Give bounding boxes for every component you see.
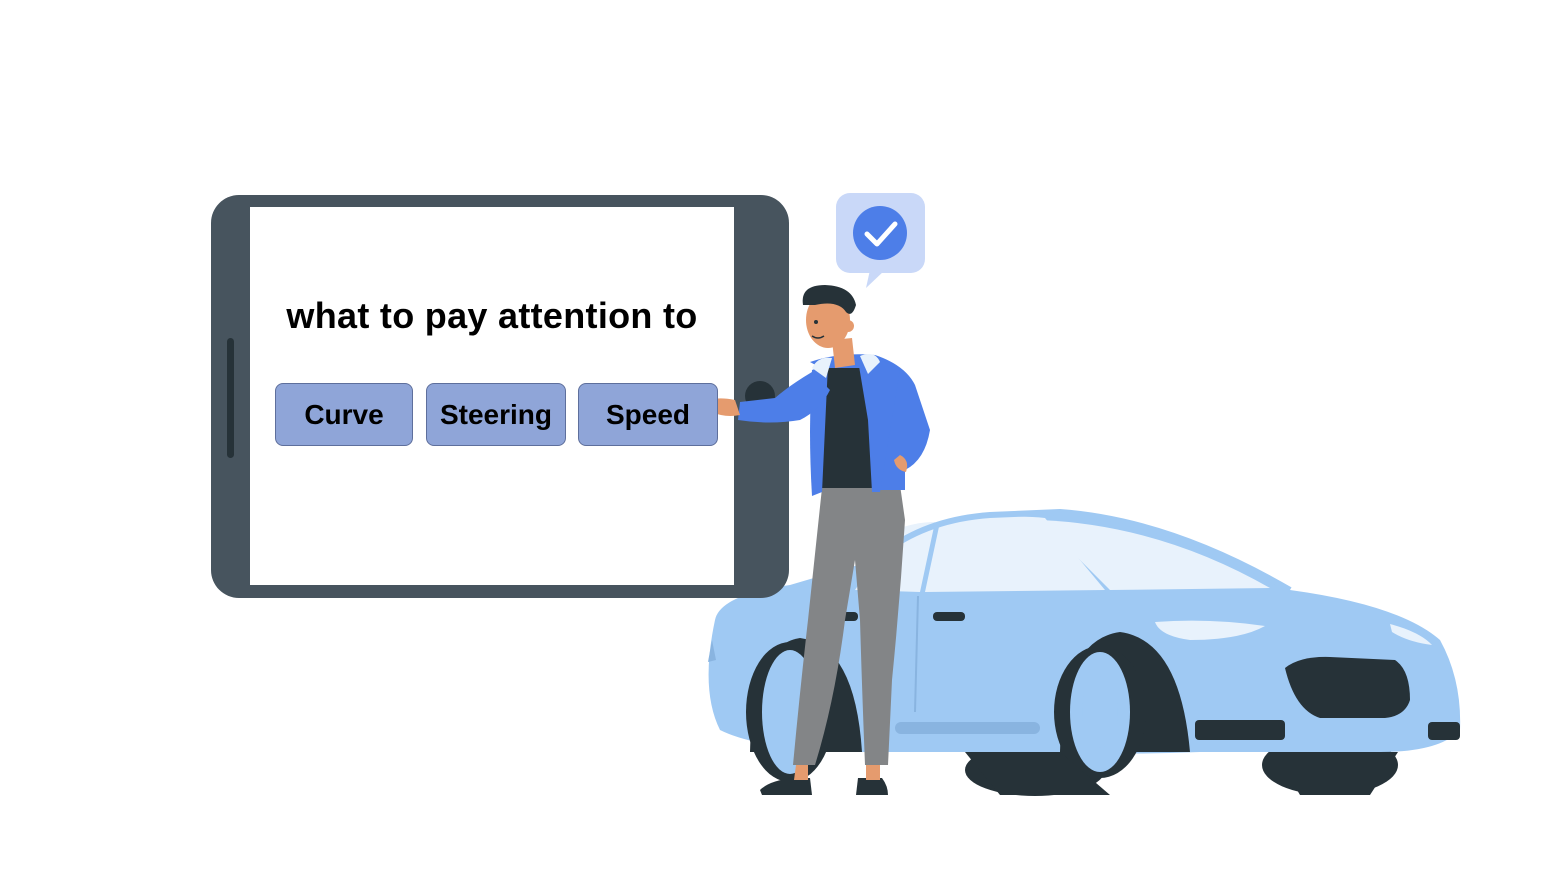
check-circle-icon [853,206,907,260]
illustration [211,193,1461,796]
speech-bubble [836,193,925,288]
speed-option-button[interactable]: Speed [578,383,718,446]
steering-option-button[interactable]: Steering [426,383,566,446]
screen-title: what to pay attention to [286,295,698,336]
tablet-screen: what to pay attention to Curve Steering … [250,207,734,585]
curve-option-button[interactable]: Curve [275,383,413,446]
